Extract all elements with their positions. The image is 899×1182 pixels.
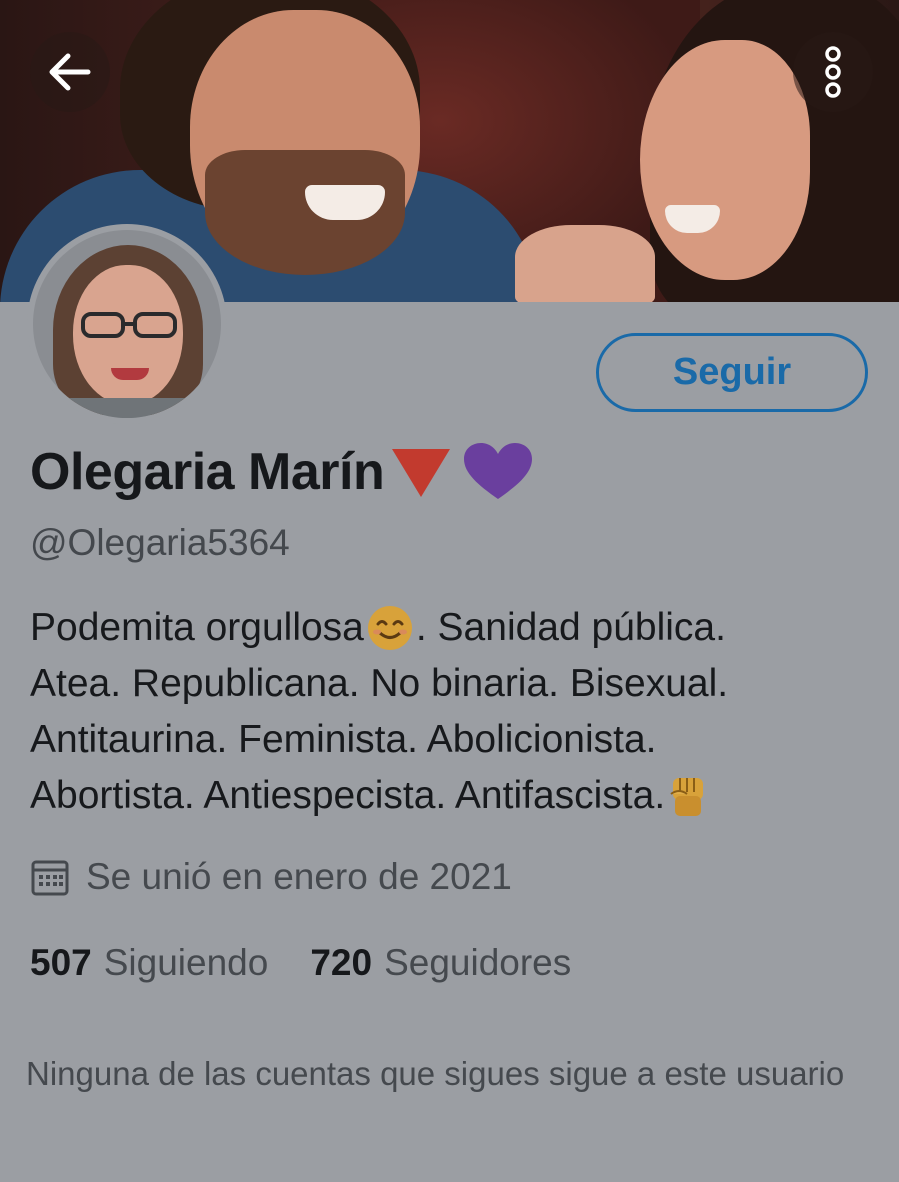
bio-line: Atea. Republicana. No binaria. Bisexual.: [30, 662, 729, 705]
following-link[interactable]: 507 Siguiendo: [30, 942, 268, 984]
followers-label: Seguidores: [384, 942, 572, 983]
more-options-button[interactable]: [793, 32, 873, 112]
follow-button[interactable]: Seguir: [596, 333, 868, 412]
smiling-face-icon: [367, 606, 412, 650]
followers-link[interactable]: 720 Seguidores: [310, 942, 571, 984]
join-date-text: Se unió en enero de 2021: [86, 856, 512, 897]
display-name: Olegaria Marín: [30, 443, 385, 501]
profile-handle: @Olegaria5364: [30, 522, 290, 563]
more-options-icon: [825, 46, 841, 98]
avatar[interactable]: [27, 224, 227, 424]
purple-heart-icon: [464, 443, 533, 499]
raised-fist-icon: [670, 778, 704, 816]
follow-stats: 507 Siguiendo 720 Seguidores: [30, 942, 571, 984]
red-triangle-icon: [392, 449, 451, 497]
bio-line: Abortista. Antiespecista. Antifascista.: [30, 768, 870, 824]
back-arrow-icon: [49, 53, 91, 91]
back-button[interactable]: [30, 32, 110, 112]
profile-screen: Seguir Olegaria Marín @Olegaria5364 Pode…: [0, 0, 899, 1182]
follow-button-label: Seguir: [672, 351, 792, 393]
calendar-icon: [31, 860, 69, 896]
bio-line: Podemita orgullosa . Sanidad pública.: [30, 600, 870, 656]
avatar-photo: [33, 230, 221, 418]
following-count: 507: [30, 942, 92, 983]
profile-bio: Podemita orgullosa . Sanidad pública. At…: [30, 600, 870, 824]
profile-name-row: Olegaria Marín: [30, 432, 536, 512]
bio-line: Antitaurina. Feminista. Abolicionista.: [30, 718, 657, 761]
glasses: [81, 312, 177, 338]
following-label: Siguiendo: [103, 942, 269, 983]
mutual-follow-notice: Ninguna de las cuentas que sigues sigue …: [26, 1055, 845, 1092]
followers-count: 720: [310, 942, 373, 983]
join-date: Se unió en enero de 2021: [30, 856, 512, 898]
